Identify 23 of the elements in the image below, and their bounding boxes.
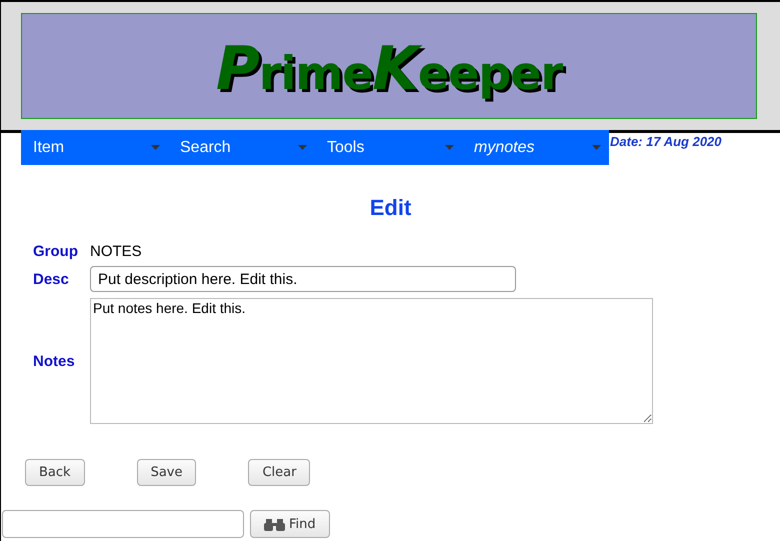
caret-icon — [592, 145, 601, 150]
menu-item[interactable]: Item — [21, 130, 168, 165]
field-label: Desc — [33, 270, 70, 288]
form-button[interactable]: Back — [25, 459, 85, 486]
menu-item[interactable]: mynotes — [462, 130, 609, 165]
caret-icon — [445, 145, 454, 150]
form-button[interactable]: Save — [136, 459, 196, 486]
form-button[interactable]: Clear — [248, 459, 310, 486]
search-field[interactable] — [2, 510, 244, 538]
menu-item[interactable]: Tools — [315, 130, 462, 165]
caret-icon — [151, 145, 160, 150]
field-label: Group — [33, 243, 79, 260]
menu-item[interactable]: Search — [168, 130, 315, 165]
page-heading: Edit — [368, 195, 412, 221]
binoculars-icon — [264, 518, 286, 530]
group-value: NOTES — [90, 243, 143, 260]
desc-field[interactable]: Put description here. Edit this. — [90, 266, 516, 292]
notes-field[interactable]: Put notes here. Edit this. — [90, 298, 653, 424]
find-button[interactable]: Find — [250, 510, 330, 538]
caret-icon — [298, 145, 307, 150]
date-label: Date: 17 Aug 2020 — [610, 134, 722, 149]
app-logo: PrimeKeeper — [216, 33, 562, 104]
field-label: Notes — [33, 352, 76, 370]
